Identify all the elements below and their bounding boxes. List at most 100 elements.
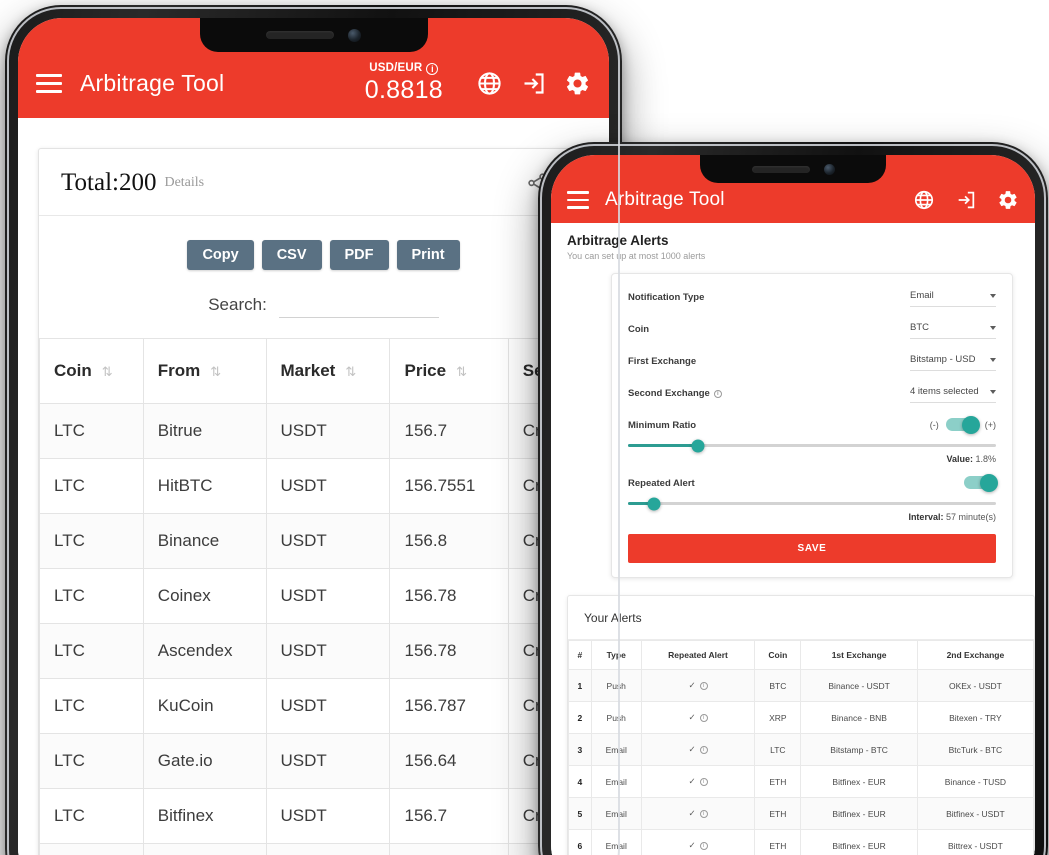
- table-row[interactable]: 4 Email ✓ i ETH Bitfinex - EUR Binance - TUSD: [568, 765, 1035, 798]
- phone-right-content[interactable]: Arbitrage Alerts You can set up at most …: [551, 223, 1035, 855]
- minimum-ratio-label: Minimum Ratio: [628, 420, 697, 431]
- sort-icon[interactable]: ⇅: [345, 364, 356, 379]
- table-row[interactable]: 2 Push ✓ i XRP Binance - BNB Bitexen - TRY: [568, 701, 1035, 734]
- table-header-row: # Type Repeated Alert Coin 1st Exchange 2nd E…: [568, 640, 1035, 670]
- info-icon[interactable]: i: [699, 713, 708, 722]
- info-icon[interactable]: i: [699, 841, 708, 850]
- print-button[interactable]: Print: [396, 240, 460, 270]
- search-input[interactable]: [278, 292, 439, 318]
- repeated-alert-toggle-wrap: [964, 473, 998, 492]
- table-row[interactable]: LTCHitBTCUSDT156.7551Crex24: [39, 458, 609, 514]
- info-icon[interactable]: i: [699, 745, 708, 754]
- minimum-ratio-toggle[interactable]: [945, 415, 980, 434]
- gear-icon[interactable]: [564, 70, 591, 97]
- cell-first-exchange: Bitfinex - EUR: [800, 829, 918, 855]
- info-icon[interactable]: i: [426, 63, 439, 75]
- hamburger-menu-icon[interactable]: [36, 72, 62, 94]
- csv-button[interactable]: CSV: [261, 240, 322, 270]
- table-row[interactable]: LTCBitfinexUSDT156.7Crex24: [39, 788, 609, 844]
- col-label-coin: Coin: [54, 361, 92, 380]
- table-row[interactable]: 6 Email ✓ i ETH Bitfinex - EUR Bittrex - USDT: [568, 829, 1035, 855]
- globe-icon[interactable]: [476, 70, 503, 97]
- field-coin: Coin BTC: [628, 322, 996, 339]
- your-alerts-body: 1 Push ✓ i BTC Binance - USDT OKEx - USDT 2 Push…: [568, 669, 1035, 855]
- column-header-coin[interactable]: Coin ⇅: [39, 338, 144, 404]
- value-text: 1.8%: [975, 454, 996, 464]
- cell-first-exchange: Bitfinex - EUR: [800, 765, 918, 798]
- sort-icon[interactable]: ⇅: [210, 364, 221, 379]
- gear-icon[interactable]: [997, 189, 1019, 211]
- globe-icon[interactable]: [913, 189, 935, 211]
- cell-first-exchange: Binance - USDT: [800, 669, 918, 702]
- column-header-type: Type: [590, 640, 642, 670]
- select-value: Bitstamp - USD: [910, 354, 976, 365]
- repeated-alert-head: Repeated Alert: [628, 473, 998, 492]
- column-header-price[interactable]: Price ⇅: [389, 338, 509, 404]
- cell-repeated-alert: ✓ i: [640, 669, 756, 702]
- sort-icon[interactable]: ⇅: [456, 364, 467, 379]
- chevron-down-icon: [990, 357, 996, 362]
- table-row[interactable]: 1 Push ✓ i BTC Binance - USDT OKEx - USDT: [568, 669, 1035, 702]
- table-row[interactable]: LTCBitrueUSDT156.7Crex24: [39, 403, 609, 459]
- cell-market: USDT: [265, 678, 391, 734]
- notification-type-select[interactable]: Email: [910, 290, 996, 307]
- check-icon: ✓: [688, 712, 696, 722]
- sort-icon[interactable]: ⇅: [102, 364, 113, 379]
- phone-right-notch: [700, 155, 886, 183]
- pdf-button[interactable]: PDF: [329, 240, 389, 270]
- select-value: BTC: [910, 322, 929, 333]
- select-value: Email: [910, 290, 934, 301]
- table-row[interactable]: LTCCoinexUSDT156.78Crex24: [39, 568, 609, 624]
- cell-from: KuCoin: [142, 678, 267, 734]
- column-header-market[interactable]: Market ⇅: [265, 338, 391, 404]
- cell-second-exchange: OKEx - USDT: [916, 669, 1035, 702]
- login-icon[interactable]: [520, 70, 547, 97]
- table-row[interactable]: 5 Email ✓ i ETH Bitfinex - EUR Bitfinex - USDT: [568, 797, 1035, 830]
- info-icon[interactable]: i: [699, 681, 708, 690]
- alerts-page-header: Arbitrage Alerts You can set up at most …: [551, 223, 1035, 269]
- table-row[interactable]: LTCBitexenUSDT156.62Crex24: [39, 843, 609, 855]
- table-row[interactable]: 3 Email ✓ i LTC Bitstamp - BTC BtcTurk - BTC: [568, 733, 1035, 766]
- check-icon: ✓: [688, 680, 696, 690]
- chevron-down-icon: [990, 389, 996, 394]
- cell-from: Bitexen: [142, 843, 267, 855]
- value-label: Value:: [946, 454, 973, 464]
- usd-eur-rate[interactable]: USD/EUR i 0.8818: [365, 63, 443, 103]
- hamburger-menu-icon[interactable]: [567, 191, 589, 209]
- phone-left-content[interactable]: Total:200 Details Copy CSV PDF Print Sea…: [18, 118, 609, 855]
- table-row[interactable]: LTCBinanceUSDT156.8Crex24: [39, 513, 609, 569]
- column-header-from[interactable]: From ⇅: [142, 338, 267, 404]
- cell-index: 4: [568, 765, 592, 798]
- cell-second-exchange: Bitexen - TRY: [916, 701, 1035, 734]
- table-row[interactable]: LTCAscendexUSDT156.78Crex24: [39, 623, 609, 679]
- page-subtitle: You can set up at most 1000 alerts: [567, 251, 706, 261]
- coin-select[interactable]: BTC: [910, 322, 996, 339]
- second-exchange-select[interactable]: 4 items selected: [910, 386, 996, 403]
- phone-left-screen: Arbitrage Tool USD/EUR i 0.8818 Total:20…: [18, 18, 609, 855]
- cell-market: USDT: [265, 843, 391, 855]
- table-row[interactable]: LTCKuCoinUSDT156.787Crex24: [39, 678, 609, 734]
- phone-right-screen: Arbitrage Tool Arbitrage Alerts You can …: [551, 155, 1035, 855]
- copy-button[interactable]: Copy: [187, 240, 254, 270]
- minimum-ratio-sign-toggle: (-) (+): [930, 415, 996, 434]
- slider-thumb[interactable]: [691, 439, 705, 452]
- info-icon[interactable]: i: [699, 777, 708, 786]
- info-icon[interactable]: i: [699, 809, 708, 818]
- login-icon[interactable]: [955, 189, 977, 211]
- cell-repeated-alert: ✓ i: [640, 733, 756, 766]
- cell-coin: LTC: [39, 788, 144, 844]
- table-row[interactable]: LTCGate.ioUSDT156.64Crex24: [39, 733, 609, 789]
- cell-second-exchange: Bittrex - USDT: [916, 829, 1035, 855]
- cell-index: 5: [568, 797, 592, 830]
- first-exchange-select[interactable]: Bitstamp - USD: [910, 354, 996, 371]
- repeated-alert-toggle[interactable]: [964, 473, 998, 492]
- your-alerts-card: Your Alerts # Type Repeated Alert Coin 1st E…: [567, 595, 1035, 855]
- save-button[interactable]: SAVE: [628, 534, 996, 563]
- minimum-ratio-slider[interactable]: [628, 439, 996, 452]
- column-header-1st-exchange: 1st Exchange: [800, 640, 918, 670]
- slider-thumb[interactable]: [647, 497, 661, 510]
- rate-value: 0.8818: [364, 76, 443, 104]
- results-card-header: Total:200 Details: [39, 149, 608, 216]
- info-icon[interactable]: i: [713, 389, 722, 398]
- repeated-alert-slider[interactable]: [628, 497, 996, 510]
